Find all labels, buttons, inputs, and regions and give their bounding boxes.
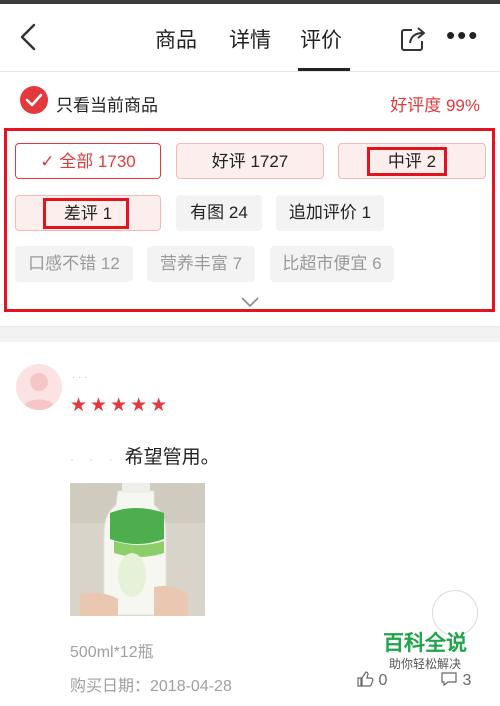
watermark-subtitle: 助你轻松解决	[388, 657, 461, 671]
tag-follow-up[interactable]: 追加评价 1	[276, 195, 384, 231]
tag-all[interactable]: ✓ 全部 1730	[15, 143, 161, 179]
blurred-username: · · ·	[72, 372, 88, 383]
rating-stars: ★★★★★	[70, 395, 171, 416]
avatar	[16, 364, 62, 410]
section-divider	[0, 326, 500, 342]
review-text: 希望管用。	[124, 447, 220, 468]
chevron-down-icon[interactable]	[240, 296, 260, 308]
positive-rate: 好评度 99%	[390, 96, 480, 115]
tag-nutrition[interactable]: 营养丰富 7	[147, 246, 255, 282]
watermark: 百科全说 助你轻松解决	[360, 632, 490, 678]
product-spec: 500ml*12瓶	[70, 644, 154, 661]
highlight-box-bad	[43, 198, 129, 229]
review-item: · · · ★★★★★ · · · 希望管用。 500ml*12瓶 购买日期：20…	[0, 342, 500, 706]
tag-cheaper[interactable]: 比超市便宜 6	[270, 246, 394, 282]
watermark-title: 百科全说	[383, 632, 467, 655]
tag-with-pictures[interactable]: 有图 24	[176, 195, 262, 231]
tab-product[interactable]: 商品	[155, 24, 197, 54]
tag-good[interactable]: 好评 1727	[176, 143, 324, 179]
review-text-row: · · · 希望管用。	[70, 442, 220, 469]
floating-action-button[interactable]	[432, 590, 478, 636]
highlight-box-medium	[367, 147, 447, 176]
tab-reviews[interactable]: 评价	[300, 24, 342, 54]
more-icon[interactable]: •••	[446, 22, 479, 48]
only-current-product-label[interactable]: 只看当前商品	[56, 91, 158, 116]
active-tab-indicator	[298, 68, 350, 71]
filter-bar: 只看当前商品 好评度 99%	[0, 73, 500, 125]
blurred-text: · · ·	[70, 452, 119, 466]
top-nav: 商品 详情 评价 •••	[0, 4, 500, 72]
back-icon[interactable]	[14, 22, 44, 52]
purchase-date: 购买日期：2018-04-28	[70, 678, 232, 695]
share-icon[interactable]	[398, 24, 428, 54]
tab-details[interactable]: 详情	[229, 24, 271, 54]
checkbox-checked-icon[interactable]	[20, 86, 48, 114]
tag-taste[interactable]: 口感不错 12	[15, 246, 133, 282]
review-photo[interactable]	[70, 483, 205, 616]
